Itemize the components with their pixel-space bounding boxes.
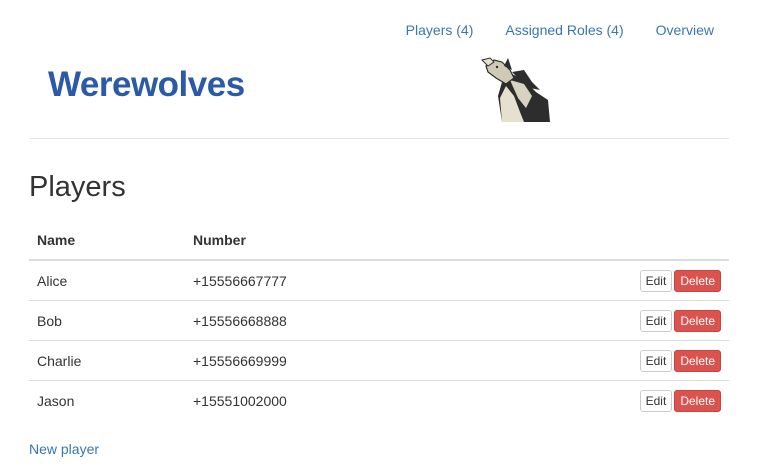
column-header-name: Name [29, 221, 185, 261]
player-name: Jason [37, 392, 75, 409]
column-header-actions [473, 221, 729, 261]
table-row: Jason +15551002000 Edit Delete [29, 381, 729, 421]
table-row: Bob +15556668888 Edit Delete [29, 300, 729, 341]
player-name: Bob [29, 300, 185, 341]
player-number: +15556669999 [185, 340, 474, 381]
delete-button[interactable]: Delete [674, 269, 721, 292]
row-actions: Edit Delete [473, 300, 729, 341]
player-number: +15551002000 [193, 392, 287, 409]
players-table: Name Number Alice +15556667777 Edit Delet… [29, 221, 729, 420]
table-header-row: Name Number [29, 221, 729, 261]
howling-wolf-icon [481, 57, 550, 122]
table-row: Alice +15556667777 Edit Delete [29, 260, 729, 301]
page: Players (4) Assigned Roles (4) Overview … [0, 0, 758, 476]
player-number: +15556668888 [185, 300, 474, 341]
top-nav: Players (4) Assigned Roles (4) Overview [374, 21, 714, 39]
edit-button[interactable]: Edit [639, 309, 673, 332]
delete-button[interactable]: Delete [674, 349, 721, 372]
row-actions: Edit Delete [473, 381, 729, 421]
table-row: Charlie +15556669999 Edit Delete [29, 340, 729, 381]
nav-assigned-roles[interactable]: Assigned Roles (4) [505, 21, 623, 39]
edit-button[interactable]: Edit [639, 349, 673, 372]
header-divider [29, 138, 729, 139]
player-name: Charlie [29, 340, 185, 381]
column-header-number: Number [185, 221, 474, 261]
player-number: +15556667777 [185, 260, 474, 301]
edit-button[interactable]: Edit [639, 269, 673, 292]
delete-button[interactable]: Delete [674, 309, 721, 332]
row-actions: Edit Delete [473, 260, 729, 301]
edit-button[interactable]: Edit [639, 389, 673, 412]
nav-overview[interactable]: Overview [656, 21, 714, 39]
page-title: Players [29, 171, 126, 203]
nav-players[interactable]: Players (4) [406, 21, 474, 39]
new-player-link[interactable]: New player [29, 441, 99, 457]
delete-button[interactable]: Delete [674, 389, 721, 412]
app-title: Werewolves [48, 65, 245, 104]
player-name: Alice [29, 260, 185, 301]
row-actions: Edit Delete [473, 340, 729, 381]
